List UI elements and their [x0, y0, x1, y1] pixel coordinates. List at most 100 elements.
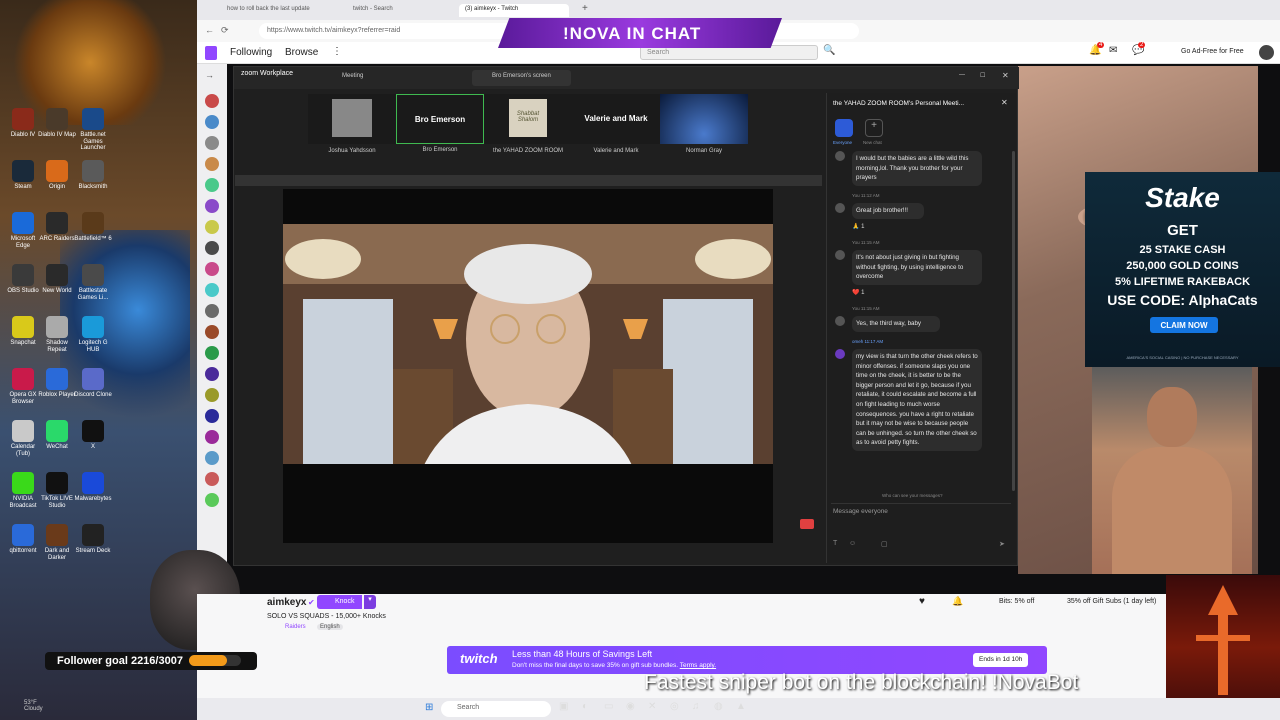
heart-icon[interactable]: ♥	[919, 596, 925, 607]
participant-thumb[interactable]: Shabbat Shalom the YAHAD ZOOM ROOM	[484, 94, 572, 154]
desktop-icon[interactable]: Microsoft Edge	[4, 212, 42, 249]
knock-button[interactable]: Knock	[317, 595, 363, 609]
desktop-icon[interactable]: Steam	[4, 160, 42, 191]
expand-icon[interactable]: →	[205, 70, 214, 80]
gift-subs-offer[interactable]: 35% off Gift Subs (1 day left)	[1067, 598, 1156, 605]
desktop-icon[interactable]: WeChat	[38, 420, 76, 451]
desktop-icon[interactable]: Battlefield™ 6	[74, 212, 112, 243]
bits-offer[interactable]: Bits: 5% off	[999, 598, 1034, 605]
more-icon[interactable]: ⋮	[332, 46, 342, 57]
desktop-icon[interactable]: Diablo IV Map	[38, 108, 76, 139]
desktop-icon[interactable]: Malwarebytes	[74, 472, 112, 503]
participant-thumb[interactable]: Joshua Yahdsson	[308, 94, 396, 154]
nvidia-icon[interactable]: ▲	[736, 701, 746, 712]
desktop-icon[interactable]: Shadow Repeat	[38, 316, 76, 353]
participant-thumb-active[interactable]: Bro Emerson Bro Emerson	[396, 94, 484, 153]
desktop-icon[interactable]: Stream Deck	[74, 524, 112, 555]
reaction[interactable]: 🙏 1	[852, 223, 864, 230]
desktop-icon[interactable]: Logitech G HUB	[74, 316, 112, 353]
followed-channel-avatar[interactable]	[205, 241, 219, 255]
weather-widget[interactable]: 53°F Cloudy	[24, 700, 43, 712]
chat-tab-new[interactable]: New chat	[863, 140, 882, 145]
record-icon[interactable]	[800, 519, 814, 529]
followed-channel-avatar[interactable]	[205, 262, 219, 276]
message-box[interactable]: Message everyone T ☺ ▢ ➤	[831, 503, 1011, 551]
followed-channel-avatar[interactable]	[205, 136, 219, 150]
desktop-icon[interactable]: Discord Clone	[74, 368, 112, 399]
windows-start-icon[interactable]: ⊞	[425, 702, 433, 713]
desktop-icon[interactable]: Roblox Player	[38, 368, 76, 399]
back-icon[interactable]: ←	[205, 25, 214, 35]
stake-claim-button[interactable]: CLAIM NOW	[1150, 317, 1218, 333]
search-icon[interactable]: 🔍	[823, 45, 835, 56]
ad-free-button[interactable]: Go Ad-Free for Free	[1181, 48, 1244, 55]
followed-channel-avatar[interactable]	[205, 388, 219, 402]
tab-twitch-search[interactable]: twitch - Search	[347, 4, 447, 17]
followed-channel-avatar[interactable]	[205, 325, 219, 339]
inbox-icon[interactable]: ✉	[1109, 45, 1117, 56]
desktop-icon[interactable]: Dark and Darker	[38, 524, 76, 561]
chat-close-icon[interactable]: ✕	[1001, 98, 1008, 107]
desktop-icon[interactable]: ARC Raiders	[38, 212, 76, 243]
desktop-icon[interactable]: Diablo IV	[4, 108, 42, 139]
followed-channel-avatar[interactable]	[205, 199, 219, 213]
followed-channel-avatar[interactable]	[205, 220, 219, 234]
knock-dropdown-icon[interactable]: ▾	[364, 595, 376, 609]
discord-icon[interactable]: ◎	[670, 701, 679, 712]
file-icon[interactable]: ▢	[881, 540, 888, 548]
explorer-icon[interactable]: ▭	[604, 701, 613, 712]
stake-ad[interactable]: Stake GET 25 STAKE CASH 250,000 GOLD COI…	[1085, 172, 1280, 367]
desktop-icon[interactable]: qbittorrent	[4, 524, 42, 555]
twitch-logo-icon[interactable]	[205, 46, 217, 60]
spotify-icon[interactable]: ♫	[692, 701, 700, 712]
close-icon[interactable]: ✕	[1002, 71, 1009, 80]
desktop-icon[interactable]: Calendar (Tub)	[4, 420, 42, 457]
tab-aimkeyx[interactable]: (3) aimkeyx - Twitch	[459, 4, 569, 17]
who-can-see-link[interactable]: Who can see your messages?	[882, 493, 943, 498]
participant-thumb[interactable]: Norman Gray	[660, 94, 748, 154]
everyone-icon[interactable]	[835, 119, 853, 137]
xbox-icon[interactable]: ✕	[648, 701, 656, 712]
bell-icon[interactable]: 🔔	[952, 596, 963, 607]
desktop-icon[interactable]: Opera GX Browser	[4, 368, 42, 405]
followed-channel-avatar[interactable]	[205, 409, 219, 423]
desktop-icon[interactable]: NVIDIA Broadcast	[4, 472, 42, 509]
format-icon[interactable]: T	[833, 540, 837, 547]
channel-name[interactable]: aimkeyx	[267, 597, 306, 608]
followed-channel-avatar[interactable]	[205, 451, 219, 465]
stream-category[interactable]: Raiders	[285, 624, 306, 630]
terms-link[interactable]: Terms apply.	[680, 662, 716, 669]
desktop-icon[interactable]: OBS Studio	[4, 264, 42, 295]
tab-rollback[interactable]: how to roll back the last update	[221, 4, 331, 17]
taskview-icon[interactable]: ▣	[559, 701, 568, 712]
send-icon[interactable]: ➤	[999, 540, 1005, 548]
desktop-icon[interactable]: New World	[38, 264, 76, 295]
user-avatar[interactable]	[1259, 45, 1274, 60]
desktop-icon[interactable]: Origin	[38, 160, 76, 191]
nav-following[interactable]: Following	[230, 47, 272, 58]
obs-icon[interactable]: ◍	[714, 701, 723, 712]
desktop-icon[interactable]: Battlestate Games Li...	[74, 264, 112, 301]
chat-scrollbar[interactable]	[1012, 151, 1015, 491]
desktop-icon[interactable]: Snapchat	[4, 316, 42, 347]
followed-channel-avatar[interactable]	[205, 430, 219, 444]
taskbar-search[interactable]: Search	[441, 701, 551, 717]
followed-channel-avatar[interactable]	[205, 94, 219, 108]
desktop-icon[interactable]: Blacksmith	[74, 160, 112, 191]
followed-channel-avatar[interactable]	[205, 283, 219, 297]
message-input[interactable]: Message everyone	[833, 508, 888, 515]
zoom-meeting-tab[interactable]: Meeting	[342, 73, 363, 79]
chat-tab-everyone[interactable]: Everyone	[833, 140, 852, 145]
followed-channel-avatar[interactable]	[205, 472, 219, 486]
desktop-icon[interactable]: TikTok LIVE Studio	[38, 472, 76, 509]
followed-channel-avatar[interactable]	[205, 346, 219, 360]
desktop-icon[interactable]: X	[74, 420, 112, 451]
followed-channel-avatar[interactable]	[205, 157, 219, 171]
new-tab-button[interactable]: +	[582, 3, 588, 14]
promo-banner[interactable]: twitch Less than 48 Hours of Savings Lef…	[447, 646, 1047, 674]
followed-channel-avatar[interactable]	[205, 493, 219, 507]
followed-channel-avatar[interactable]	[205, 115, 219, 129]
followed-channel-avatar[interactable]	[205, 304, 219, 318]
minimize-icon[interactable]: —	[959, 72, 965, 78]
reaction[interactable]: ❤️ 1	[852, 289, 864, 296]
